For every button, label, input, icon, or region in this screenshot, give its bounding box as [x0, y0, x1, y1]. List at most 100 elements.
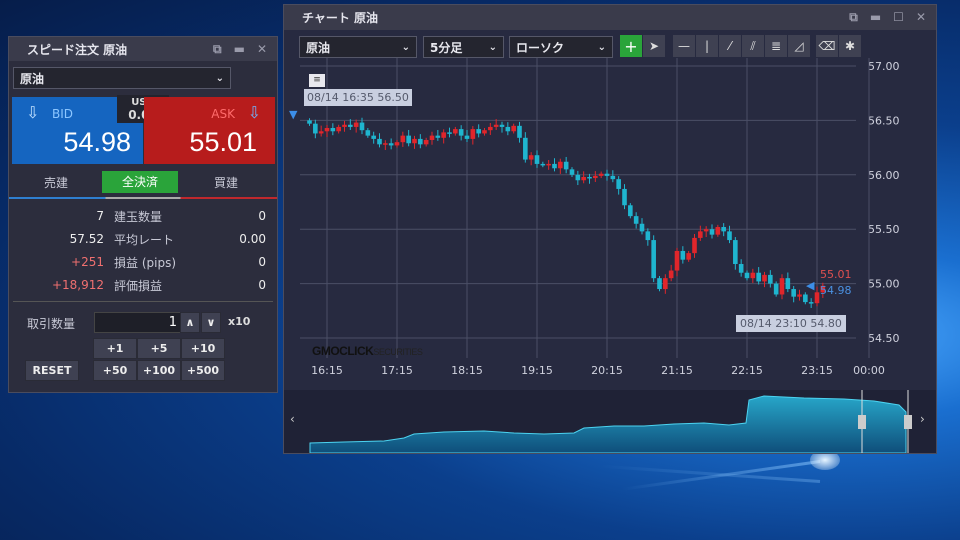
stat-label: 建玉数量 — [114, 209, 163, 224]
close-icon[interactable]: ✕ — [257, 42, 267, 57]
qty-label: 取引数量 — [27, 317, 76, 331]
note-icon[interactable]: ≡ — [309, 74, 325, 87]
maximize-icon[interactable]: ☐ — [893, 10, 904, 25]
stat-row: 57.52 平均レート 0.00 — [9, 228, 279, 250]
symbol-select[interactable]: 原油 ⌄ — [13, 67, 231, 89]
candle-body — [569, 169, 575, 175]
qty-input[interactable]: 1 — [94, 312, 186, 333]
candle-body — [336, 126, 341, 132]
timeframe-select[interactable]: 5分足 ⌄ — [423, 36, 504, 58]
y-tick-label: 55.50 — [868, 223, 900, 236]
candle-body — [563, 161, 569, 170]
candle-body — [418, 138, 423, 145]
trendline-tool-icon[interactable]: ⁄ — [719, 35, 741, 57]
tab-underline — [9, 197, 277, 199]
increment-10-button[interactable]: +10 — [181, 338, 225, 359]
symbol-value: 原油 — [20, 71, 45, 86]
channel-tool-icon[interactable]: ⫽ — [742, 35, 764, 57]
candle-body — [453, 129, 458, 134]
buy-value: 0 — [258, 255, 266, 269]
fibonacci-retracement-icon[interactable]: ≣ — [765, 35, 787, 57]
candle-body — [744, 272, 750, 279]
candle-body — [709, 229, 715, 235]
popout-icon[interactable]: ⧉ — [849, 10, 858, 25]
buy-value: 0 — [258, 209, 266, 223]
chevron-down-icon: ⌄ — [401, 41, 410, 53]
qty-down-button[interactable]: ∨ — [201, 312, 221, 333]
ask-button[interactable]: ASK ⇩ 55.01 — [144, 97, 275, 164]
x-tick-label: 00:00 — [853, 364, 885, 377]
title-bar[interactable]: スピード注文 原油 ⧉ ▬ ✕ — [9, 37, 277, 61]
x-tick-label: 21:15 — [661, 364, 693, 377]
arrow-down-icon: ⇩ — [26, 103, 40, 122]
eraser-icon[interactable]: ⌫ — [816, 35, 838, 57]
candle-body — [674, 250, 680, 271]
sell-value: +251 — [71, 255, 104, 269]
tab-close-all[interactable]: 全決済 — [102, 171, 178, 193]
candle-body — [307, 120, 312, 124]
pointer-tool-icon[interactable]: ➤ — [643, 35, 665, 57]
candle-body — [458, 129, 464, 136]
qty-up-button[interactable]: ∧ — [180, 312, 200, 333]
increment-500-button[interactable]: +500 — [181, 360, 225, 381]
bid-price: 54.98 — [63, 127, 131, 157]
increment-50-button[interactable]: +50 — [93, 360, 137, 381]
vertical-line-tool-icon[interactable]: | — [696, 35, 718, 57]
horizontal-line-tool-icon[interactable]: — — [673, 35, 695, 57]
x-tick-label: 19:15 — [521, 364, 553, 377]
candle-body — [534, 155, 540, 164]
title-bar[interactable]: チャート 原油 ⧉ ▬ ☐ ✕ — [284, 5, 936, 30]
candle-body — [552, 163, 557, 169]
reset-button[interactable]: RESET — [25, 360, 79, 381]
close-icon[interactable]: ✕ — [916, 10, 926, 25]
erase-all-icon[interactable]: ✱ — [839, 35, 861, 57]
fibonacci-fan-icon[interactable]: ◿ — [788, 35, 810, 57]
candle-body — [499, 124, 505, 127]
chart-symbol-select[interactable]: 原油 ⌄ — [299, 36, 417, 58]
ask-price: 55.01 — [189, 127, 257, 157]
crosshair-tool-icon[interactable]: + — [620, 35, 642, 57]
candle-body — [686, 253, 691, 260]
candle-body — [429, 135, 435, 140]
high-tooltip: 08/14 16:35 56.50 — [304, 89, 412, 106]
stat-label: 平均レート — [114, 232, 175, 247]
candle-body — [814, 292, 820, 304]
x-tick-label: 22:15 — [731, 364, 763, 377]
candle-body — [476, 129, 481, 134]
candle-body — [324, 128, 330, 132]
increment-5-button[interactable]: +5 — [137, 338, 181, 359]
candle-body — [528, 155, 534, 160]
tab-buy[interactable]: 買建 — [179, 174, 273, 191]
increment-1-button[interactable]: +1 — [93, 338, 137, 359]
candle-body — [733, 240, 738, 265]
sell-value: 7 — [96, 209, 104, 223]
minimize-icon[interactable]: ▬ — [870, 10, 881, 25]
candle-body — [639, 223, 645, 232]
increment-100-button[interactable]: +100 — [137, 360, 181, 381]
chart-type-value: ローソク — [516, 40, 565, 55]
candle-body — [377, 138, 382, 145]
candle-body — [394, 142, 400, 146]
candle-body — [359, 122, 365, 131]
navigator-handle-right — [904, 415, 912, 429]
candlestick-chart[interactable]: 57.00 56.50 56.00 55.50 55.00 54.50 16:15 17:15… — [284, 58, 936, 390]
stat-row: 7 建玉数量 0 — [9, 205, 279, 227]
candle-body — [383, 143, 388, 145]
candle-body — [715, 227, 721, 235]
candle-body — [680, 250, 686, 260]
candle-body — [342, 124, 347, 127]
navigator[interactable]: ‹ › — [284, 390, 936, 453]
minimize-icon[interactable]: ▬ — [234, 42, 245, 57]
chevron-down-icon: ⌄ — [488, 41, 497, 53]
timeframe-value: 5分足 — [430, 40, 463, 55]
popout-icon[interactable]: ⧉ — [213, 42, 222, 57]
x-tick-label: 18:15 — [451, 364, 483, 377]
tab-sell[interactable]: 売建 — [9, 174, 103, 191]
window-title: チャート 原油 — [302, 11, 379, 25]
stat-label: 損益 (pips) — [114, 255, 176, 270]
bid-marker: 54.98 — [820, 284, 852, 297]
stat-label: 評価損益 — [114, 278, 163, 293]
candle-body — [721, 227, 726, 232]
chart-type-select[interactable]: ローソク ⌄ — [509, 36, 613, 58]
candle-body — [388, 143, 394, 146]
